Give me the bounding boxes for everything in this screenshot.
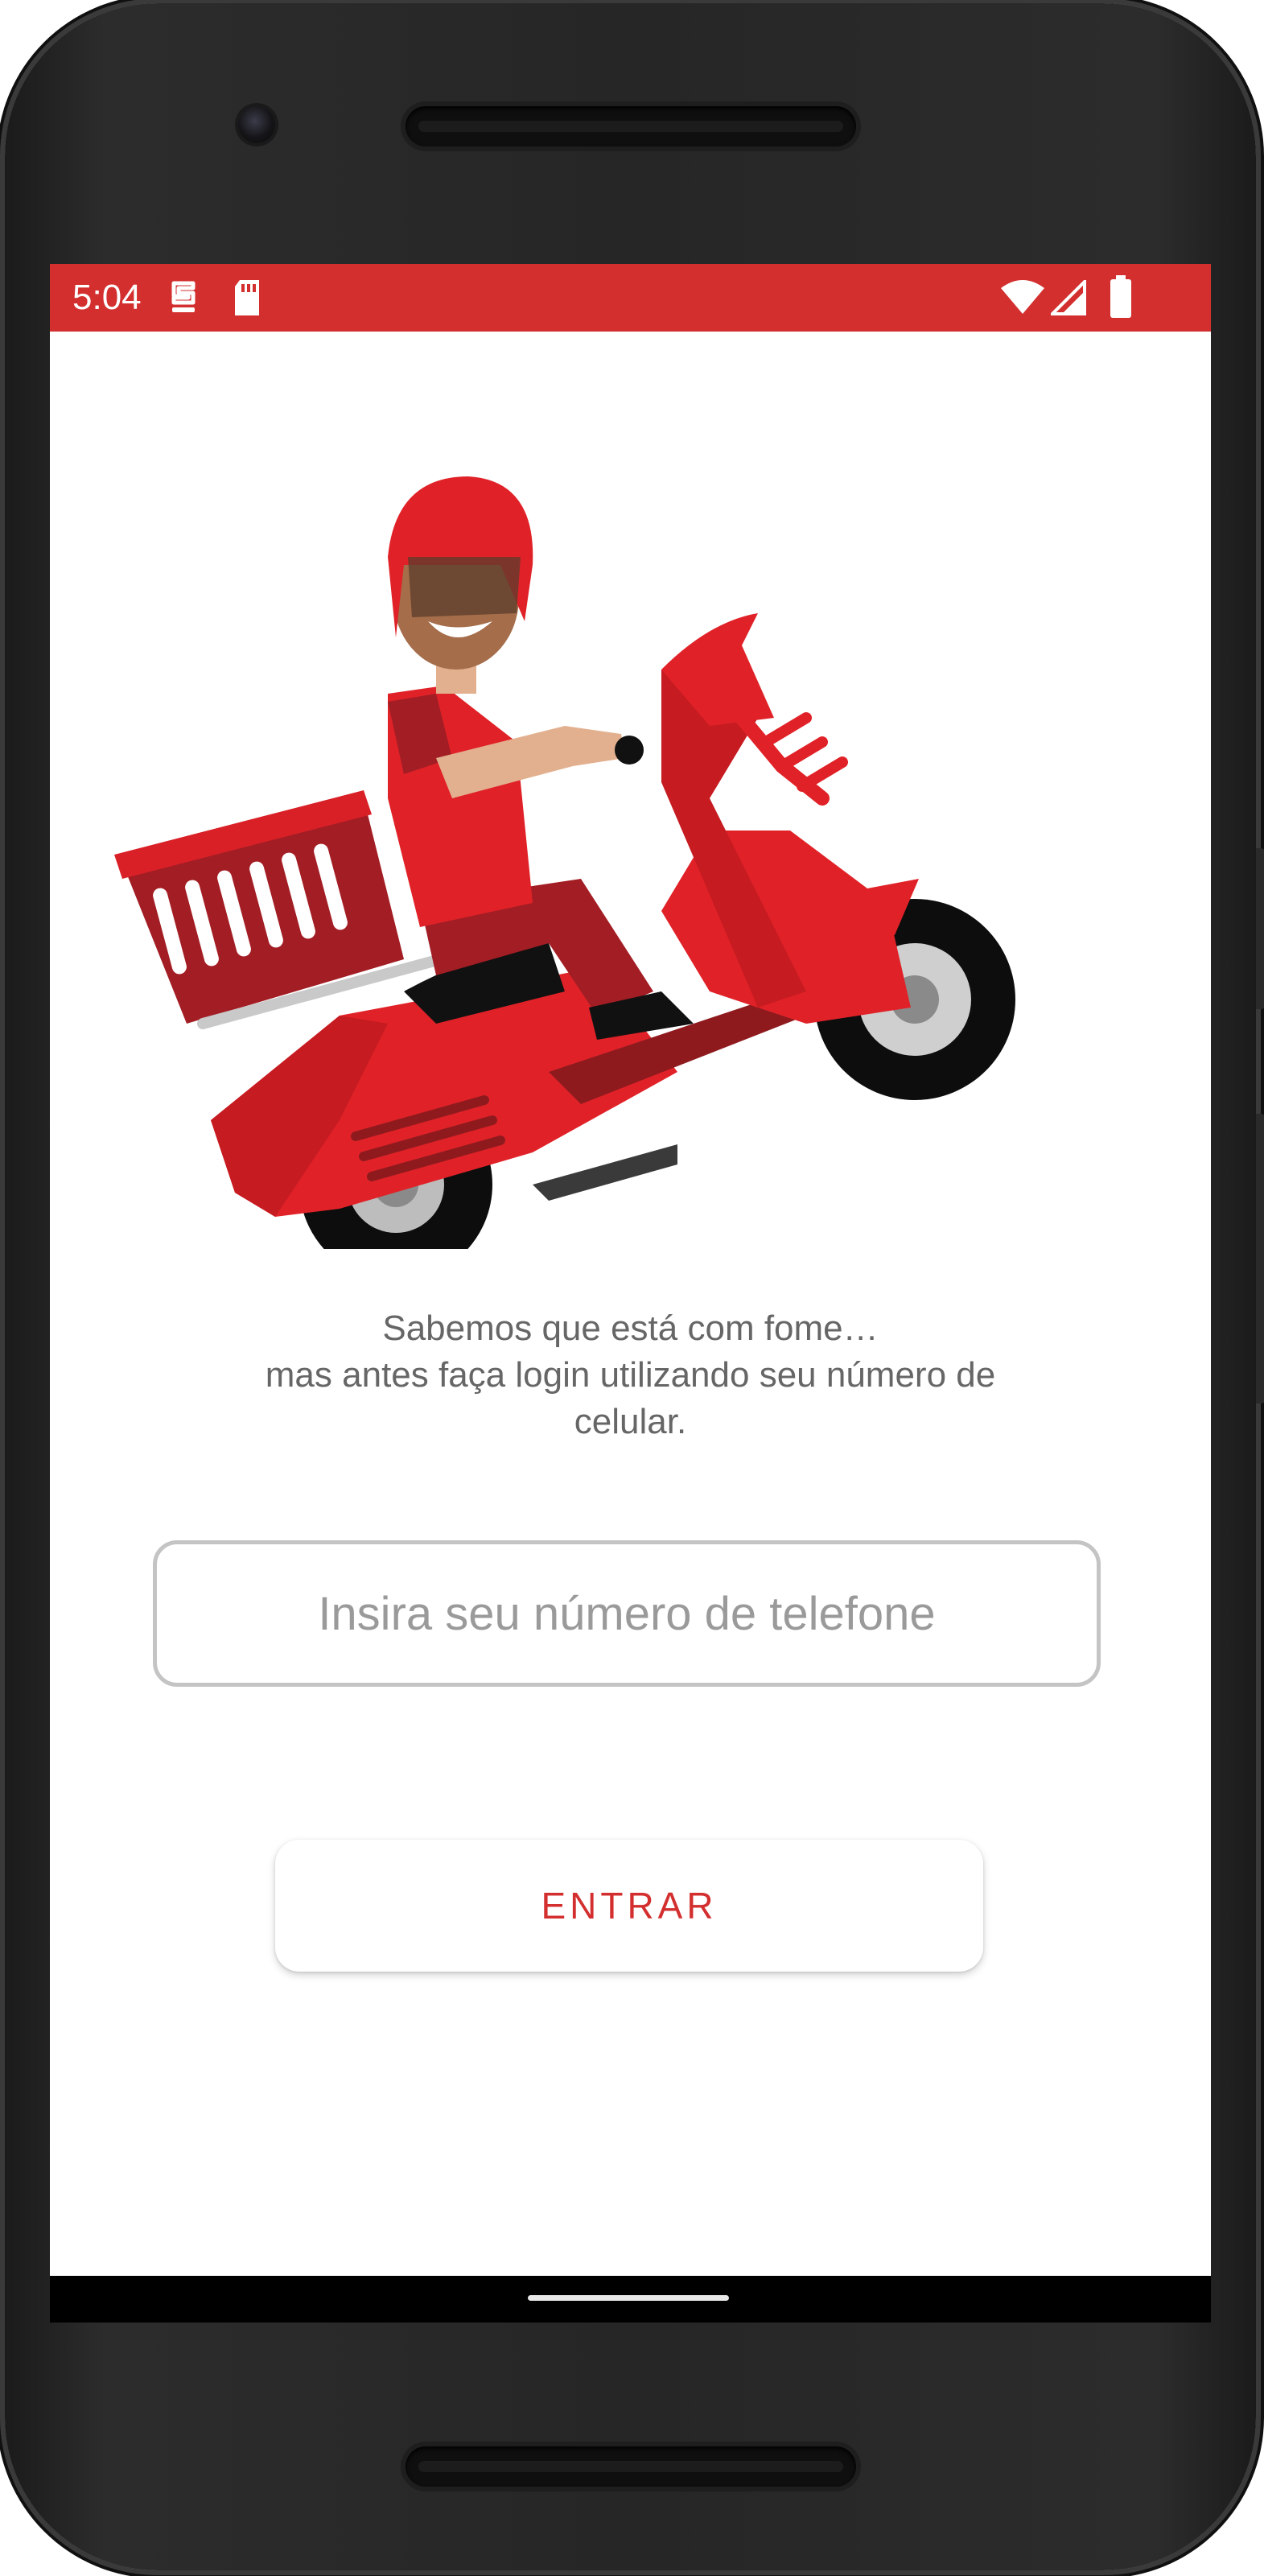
sd-card-icon <box>232 278 262 321</box>
wifi-icon <box>999 280 1046 319</box>
phone-number-input[interactable] <box>153 1540 1101 1687</box>
message-line-3: celular. <box>574 1402 687 1441</box>
notification-icon <box>167 278 200 321</box>
bottom-speaker <box>405 2446 856 2487</box>
front-camera <box>238 106 275 143</box>
login-message: Sabemos que está com fome… mas antes faç… <box>171 1305 1090 1445</box>
top-speaker <box>405 106 856 146</box>
login-content: Sabemos que está com fome… mas antes faç… <box>50 332 1211 2231</box>
enter-button[interactable]: ENTRAR <box>275 1840 983 1972</box>
status-bar: 5:04 <box>50 264 1211 332</box>
signal-icon <box>1048 278 1086 319</box>
power-button <box>1256 848 1264 1009</box>
delivery-scooter-illustration <box>114 476 1015 1249</box>
home-indicator[interactable] <box>528 2295 729 2301</box>
status-time: 5:04 <box>72 278 142 317</box>
message-line-1: Sabemos que está com fome… <box>382 1309 879 1348</box>
screen: 5:04 Sabemos que está com fome… mas ante… <box>50 264 1211 2323</box>
navigation-bar <box>50 2276 1211 2323</box>
volume-button <box>1256 1114 1264 1403</box>
battery-icon <box>1109 275 1133 323</box>
message-line-2: mas antes faça login utilizando seu núme… <box>265 1355 996 1395</box>
